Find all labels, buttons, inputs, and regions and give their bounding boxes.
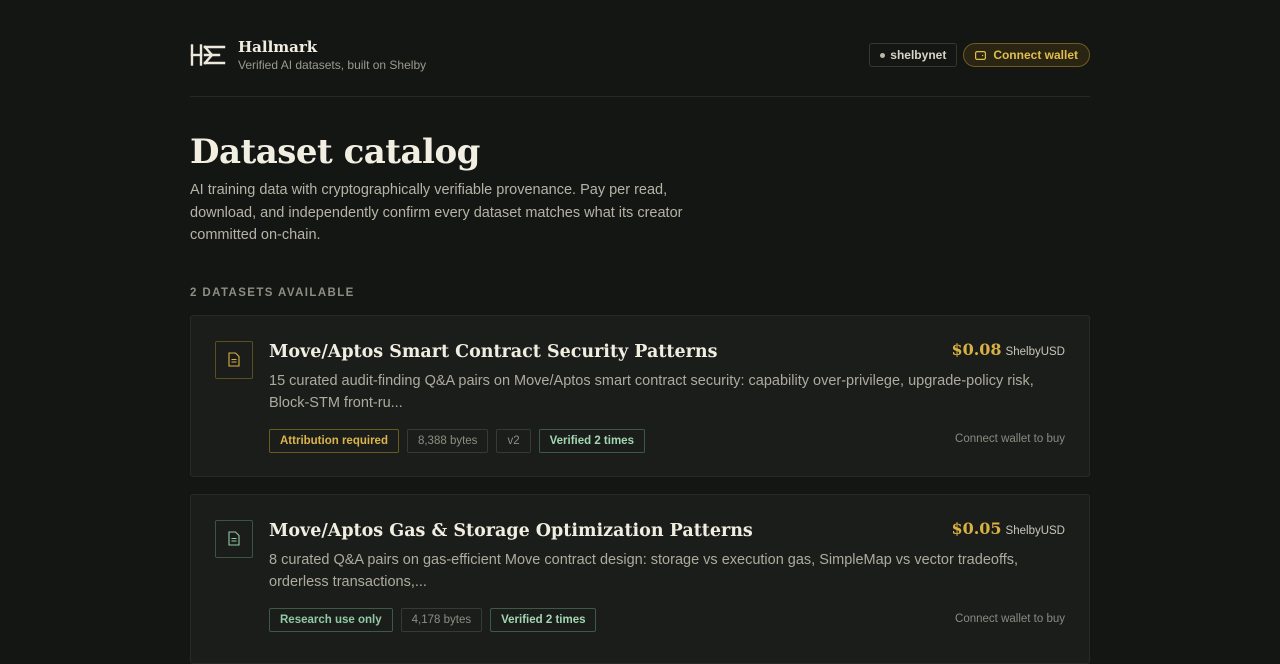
- dataset-description: 8 curated Q&A pairs on gas-efficient Mov…: [269, 551, 1019, 590]
- verified-badge: Verified 2 times: [490, 607, 597, 632]
- price-currency: ShelbyUSD: [1005, 345, 1065, 358]
- connect-wallet-label: Connect wallet: [993, 48, 1078, 62]
- network-badge[interactable]: shelbynet: [869, 43, 958, 67]
- price-amount: $0.05: [951, 518, 1002, 538]
- buy-hint: Connect wallet to buy: [955, 612, 1065, 625]
- dataset-card[interactable]: Move/Aptos Smart Contract Security Patte…: [190, 314, 1090, 477]
- dataset-description: 15 curated audit-finding Q&A pairs on Mo…: [269, 372, 1034, 411]
- brand-subtitle: Verified AI datasets, built on Shelby: [238, 57, 427, 72]
- brand-title: Hallmark: [238, 37, 318, 56]
- network-label: shelbynet: [890, 48, 947, 62]
- price-amount: $0.08: [951, 339, 1002, 359]
- header-actions: shelbynet Connect wallet: [869, 43, 1090, 67]
- verified-badge: Verified 2 times: [538, 428, 645, 453]
- dataset-title[interactable]: Move/Aptos Gas & Storage Optimization Pa…: [269, 519, 1065, 543]
- connect-wallet-button[interactable]: Connect wallet: [963, 43, 1090, 67]
- dataset-price: $0.08 ShelbyUSD: [951, 340, 1065, 359]
- dataset-card[interactable]: Move/Aptos Gas & Storage Optimization Pa…: [190, 493, 1090, 664]
- page-description: AI training data with cryptographically …: [190, 182, 683, 243]
- page: Hallmark Verified AI datasets, built on …: [190, 0, 1090, 664]
- document-icon: [215, 340, 253, 379]
- dataset-tags: Research use only 4,178 bytes Verified 2…: [269, 607, 1065, 632]
- size-badge: 4,178 bytes: [400, 607, 483, 632]
- dataset-tags: Attribution required 8,388 bytes v2 Veri…: [269, 428, 1065, 453]
- page-title: Dataset catalog: [190, 132, 480, 172]
- license-badge: Research use only: [269, 607, 393, 632]
- brand-text: Hallmark Verified AI datasets, built on …: [238, 37, 427, 72]
- wallet-icon: [975, 50, 987, 60]
- hallmark-logo-icon: [190, 44, 226, 66]
- dataset-count-label: 2 DATASETS AVAILABLE: [190, 286, 355, 299]
- document-icon: [215, 519, 253, 558]
- dataset-price: $0.05 ShelbyUSD: [951, 519, 1065, 538]
- buy-hint: Connect wallet to buy: [955, 432, 1065, 445]
- dataset-title[interactable]: Move/Aptos Smart Contract Security Patte…: [269, 340, 1065, 364]
- size-badge: 8,388 bytes: [406, 428, 489, 453]
- brand[interactable]: Hallmark Verified AI datasets, built on …: [190, 37, 427, 72]
- price-currency: ShelbyUSD: [1005, 524, 1065, 537]
- version-badge: v2: [496, 428, 531, 453]
- network-status-dot-icon: [880, 52, 886, 58]
- license-badge: Attribution required: [269, 428, 399, 453]
- header: Hallmark Verified AI datasets, built on …: [190, 0, 1090, 97]
